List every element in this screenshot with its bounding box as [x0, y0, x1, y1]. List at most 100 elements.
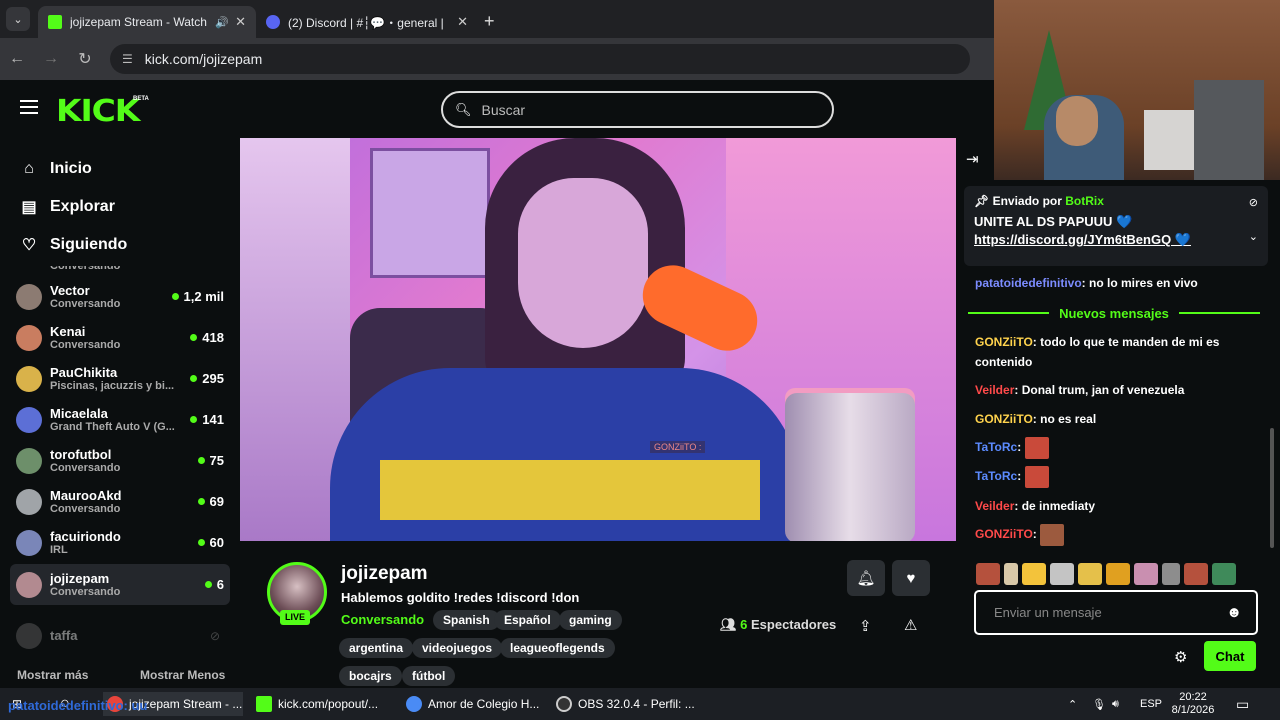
- tab-kick[interactable]: jojizepam Stream - Watch L 🔊 ✕: [38, 6, 256, 38]
- volume-icon[interactable]: 🔊︎: [1112, 688, 1119, 720]
- language-indicator[interactable]: ESP: [1140, 688, 1162, 720]
- share-icon[interactable]: ⇪: [859, 617, 872, 635]
- taskbar-item[interactable]: kick.com/popout/...: [256, 692, 378, 716]
- chat-username[interactable]: TaToRc: [975, 469, 1017, 483]
- chat-username[interactable]: GONZiiTO: [975, 412, 1033, 426]
- show-less-button[interactable]: Mostrar Menos: [140, 668, 225, 682]
- nav-explorar[interactable]: ▤ Explorar: [0, 188, 240, 226]
- nav-inicio[interactable]: ⌂ Inicio: [0, 150, 240, 188]
- notifications-icon[interactable]: ▭: [1236, 688, 1249, 720]
- tag[interactable]: videojuegos: [412, 638, 503, 658]
- report-icon[interactable]: ⚠: [904, 616, 917, 634]
- pinned-link[interactable]: https://discord.gg/JYm6tBenGQ 💙: [974, 232, 1258, 248]
- url-field[interactable]: ☰ kick.com/jojizepam: [110, 44, 970, 74]
- chat-username[interactable]: GONZiiTO: [975, 335, 1033, 349]
- tag[interactable]: bocajrs: [339, 666, 402, 686]
- viewer-count: 6: [204, 577, 224, 592]
- chat-username[interactable]: Veilder: [975, 383, 1014, 397]
- sidebar-channel[interactable]: torofutbol Conversando 75: [10, 440, 230, 481]
- sidebar-channel[interactable]: PauChikita Piscinas, jacuzzis y bi... 295: [10, 358, 230, 399]
- viewer-number: 141: [202, 412, 224, 427]
- viewer-number: 6: [216, 577, 224, 592]
- tray-chevron-icon[interactable]: ⌃: [1068, 688, 1077, 720]
- sidebar-channel[interactable]: facuiriondo IRL 60: [10, 522, 230, 563]
- tab-title: jojizepam Stream - Watch L: [70, 15, 212, 29]
- tag[interactable]: Spanish: [433, 610, 500, 630]
- send-chat-button[interactable]: Chat: [1204, 641, 1256, 671]
- emote-icon[interactable]: [976, 563, 1000, 585]
- video-player[interactable]: GONZiiTO :: [240, 138, 956, 541]
- microphone-icon[interactable]: 🎙︎: [1092, 688, 1106, 720]
- browse-icon: ▤: [21, 199, 37, 216]
- sidebar-channel[interactable]: Micaelala Grand Theft Auto V (G... 141: [10, 399, 230, 440]
- back-icon[interactable]: ←: [0, 50, 34, 68]
- pinned-author[interactable]: BotRix: [1065, 194, 1104, 208]
- chat-message-input[interactable]: Enviar un mensaje ☻: [974, 590, 1258, 635]
- chat-username[interactable]: TaToRc: [975, 440, 1017, 454]
- emote-icon[interactable]: [1184, 563, 1208, 585]
- forward-icon[interactable]: →: [34, 50, 68, 68]
- channel-info: taffa: [50, 628, 210, 643]
- hide-pinned-icon[interactable]: ⊘: [1249, 196, 1258, 209]
- tag[interactable]: Español: [494, 610, 561, 630]
- follow-button[interactable]: ♥: [892, 560, 930, 596]
- menu-icon[interactable]: [20, 100, 38, 114]
- tag[interactable]: argentina: [339, 638, 414, 658]
- tag[interactable]: gaming: [559, 610, 622, 630]
- emote-icon[interactable]: [1134, 563, 1158, 585]
- emote-icon[interactable]: [1022, 563, 1046, 585]
- chat-username[interactable]: patatoidedefinitivo: [975, 276, 1082, 290]
- sidebar-channel[interactable]: jojizepam Conversando 6: [10, 564, 230, 605]
- sidebar-channel[interactable]: taffa ⊘: [10, 615, 230, 656]
- tag[interactable]: fútbol: [402, 666, 456, 686]
- channel-info: Micaelala Grand Theft Auto V (G...: [50, 406, 190, 433]
- emote-icon[interactable]: [1004, 563, 1018, 585]
- emote-icon[interactable]: [1106, 563, 1130, 585]
- chat-message: GONZiiTO:: [975, 524, 1265, 546]
- chat-text: de inmediaty: [1021, 499, 1096, 513]
- stream-category[interactable]: Conversando: [341, 612, 424, 627]
- channel-info: jojizepam Conversando: [50, 571, 205, 598]
- sidebar-channel[interactable]: MaurooAkd Conversando 69: [10, 481, 230, 522]
- speaker-icon[interactable]: 🔊: [215, 16, 229, 29]
- emote-icon[interactable]: [1050, 563, 1074, 585]
- viewer-number: 1,2 mil: [183, 289, 224, 304]
- chevron-down-icon[interactable]: ⌄: [1249, 230, 1258, 243]
- sidebar-channel[interactable]: Vector Conversando 1,2 mil: [10, 276, 230, 317]
- chat-scrollbar[interactable]: [1270, 428, 1274, 548]
- emote-icon[interactable]: [1078, 563, 1102, 585]
- emoji-icon[interactable]: ☻: [1226, 604, 1242, 621]
- taskbar-item[interactable]: Amor de Colegio H...: [406, 692, 539, 716]
- avatar: [16, 283, 42, 310]
- collapse-chat-icon[interactable]: ⇥: [966, 150, 979, 168]
- reload-icon[interactable]: ↻: [68, 49, 102, 69]
- live-dot-icon: [190, 375, 198, 382]
- kick-logo[interactable]: KICK: [56, 94, 140, 129]
- tag[interactable]: leagueoflegends: [500, 638, 615, 658]
- emote-icon[interactable]: [1212, 563, 1236, 585]
- tab-discord[interactable]: (2) Discord | #┆💬・general | ✕: [256, 6, 478, 38]
- nav-siguiendo[interactable]: ♡ Siguiendo: [0, 226, 240, 264]
- chat-username[interactable]: Veilder: [975, 499, 1014, 513]
- channel-name[interactable]: jojizepam: [341, 563, 428, 585]
- emote-icon[interactable]: [1162, 563, 1180, 585]
- site-info-icon[interactable]: ☰: [122, 52, 133, 66]
- site-header: KICK BETA 🔍︎ Buscar: [0, 80, 994, 138]
- close-tab-icon[interactable]: ✕: [235, 14, 246, 30]
- close-tab-icon[interactable]: ✕: [457, 14, 468, 30]
- notification-bell-button[interactable]: 🔔︎: [847, 560, 885, 596]
- gear-icon[interactable]: ⚙: [1174, 648, 1187, 666]
- avatar: [16, 488, 42, 515]
- channel-name: jojizepam: [50, 571, 110, 586]
- clock[interactable]: 20:22 8/1/2026: [1168, 691, 1218, 717]
- taskbar-item[interactable]: OBS 32.0.4 - Perfil: ...: [556, 692, 695, 716]
- show-more-button[interactable]: Mostrar más: [17, 668, 88, 682]
- search-input[interactable]: 🔍︎ Buscar: [441, 91, 834, 128]
- url-text: kick.com/jojizepam: [144, 51, 263, 67]
- tab-list-button[interactable]: ⌄: [6, 7, 30, 31]
- channel-category: Conversando: [50, 298, 121, 310]
- chat-username[interactable]: GONZiiTO: [975, 527, 1033, 541]
- new-tab-icon[interactable]: +: [484, 11, 495, 32]
- channel-name: Micaelala: [50, 406, 108, 421]
- sidebar-channel[interactable]: Kenai Conversando 418: [10, 317, 230, 358]
